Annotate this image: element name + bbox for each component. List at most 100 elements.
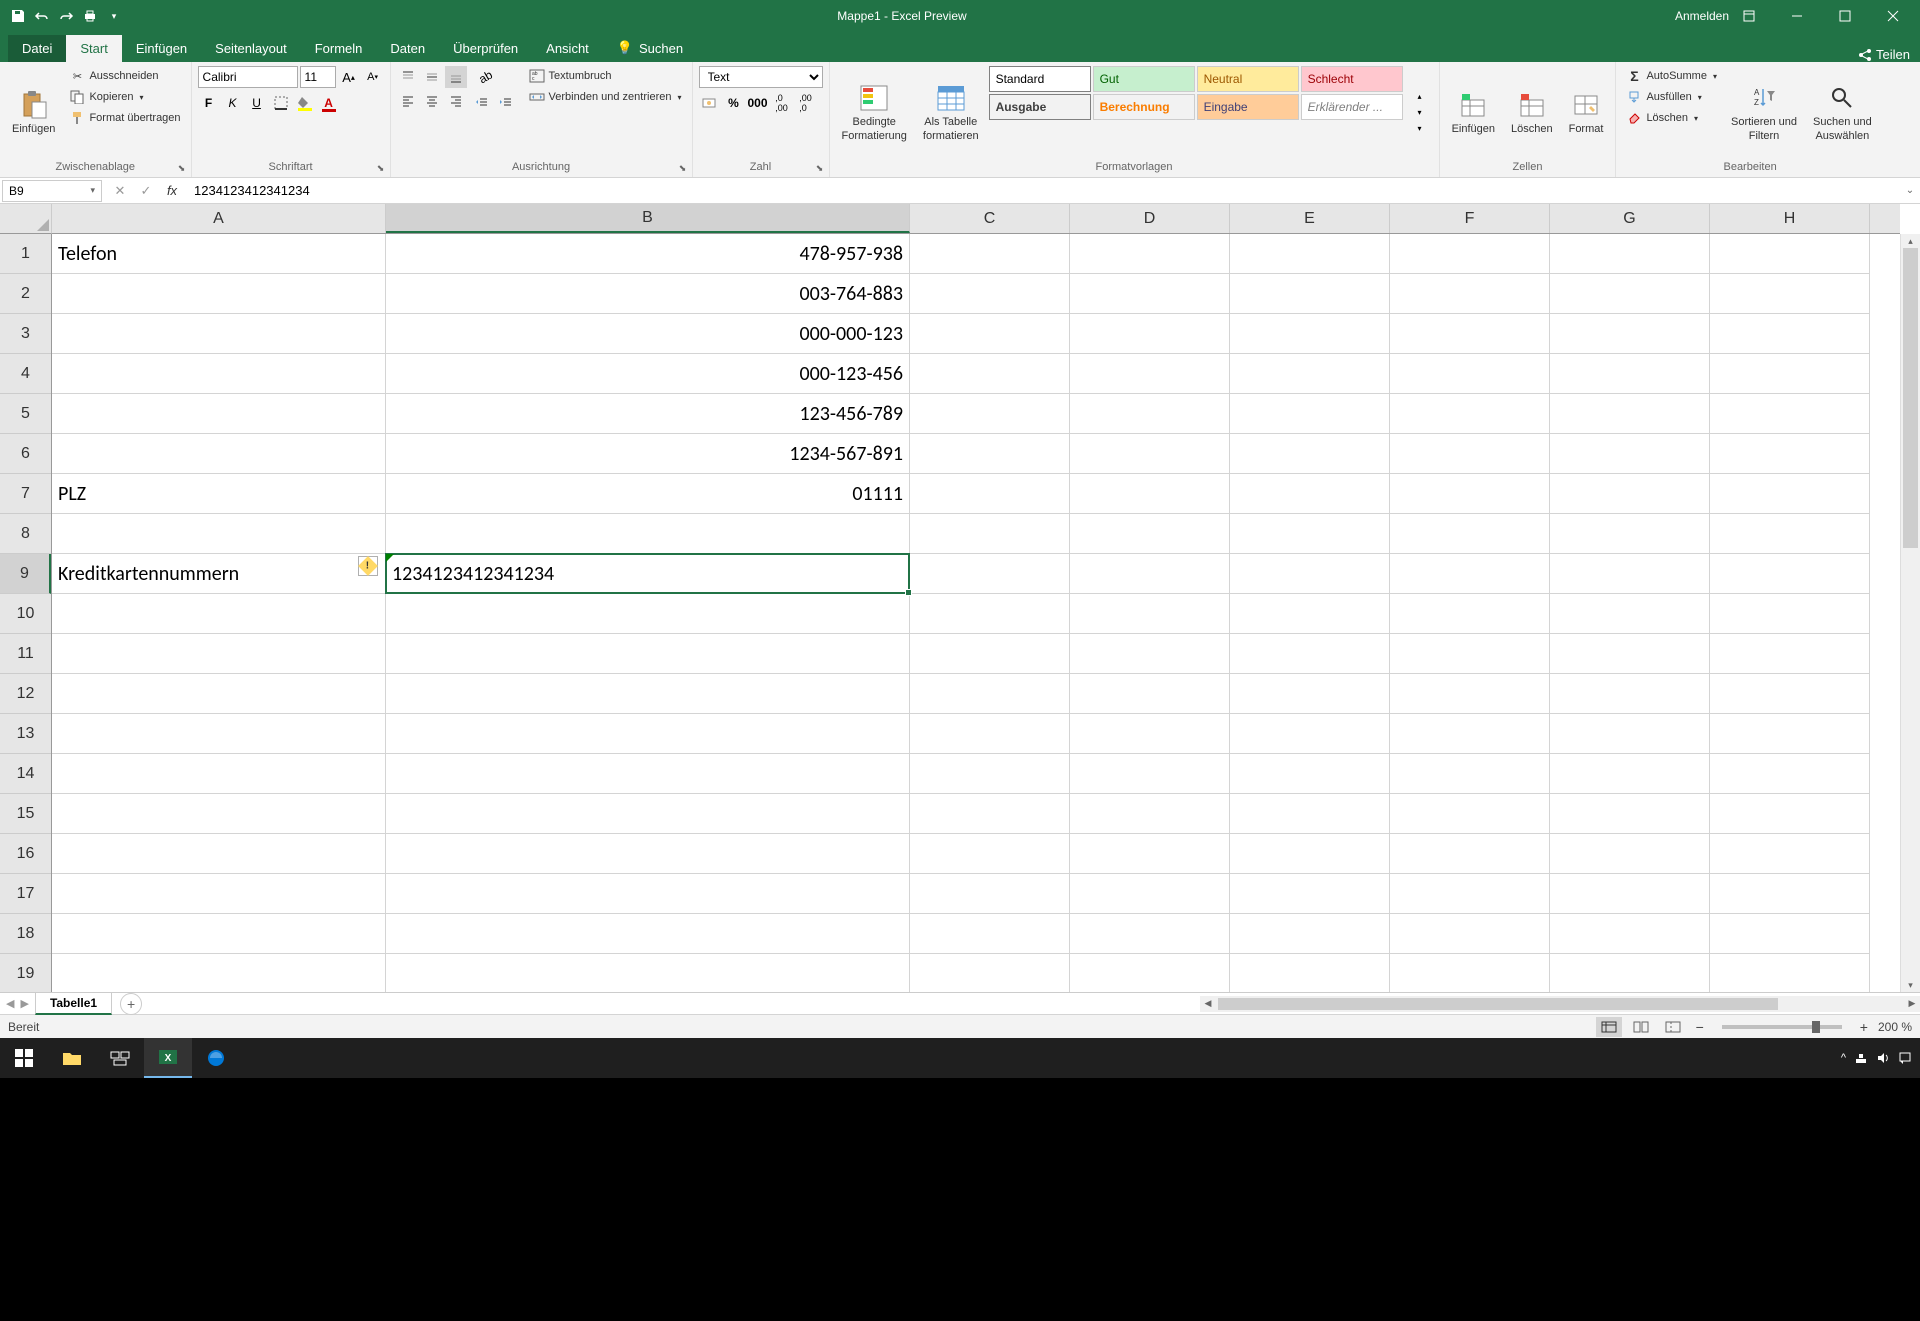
find-select-button[interactable]: Suchen und Auswählen [1807,66,1878,159]
cell-H6[interactable] [1710,434,1870,474]
cell-E8[interactable] [1230,514,1390,554]
style-ausgabe[interactable]: Ausgabe [989,94,1091,120]
font-size-select[interactable] [300,66,336,88]
cell-B3[interactable]: 000-000-123 [386,314,910,354]
cell-B5[interactable]: 123-456-789 [386,394,910,434]
cell-D13[interactable] [1070,714,1230,754]
cell-H16[interactable] [1710,834,1870,874]
decrease-indent-icon[interactable] [471,92,493,114]
cell-C13[interactable] [910,714,1070,754]
cell-D15[interactable] [1070,794,1230,834]
conditional-formatting-button[interactable]: Bedingte Formatierung [836,66,913,159]
row-header-8[interactable]: 8 [0,514,51,554]
cell-E13[interactable] [1230,714,1390,754]
sheet-tab-1[interactable]: Tabelle1 [35,992,112,1015]
percent-button[interactable]: % [723,92,745,114]
add-sheet-button[interactable]: + [120,993,142,1015]
cell-D7[interactable] [1070,474,1230,514]
cell-H8[interactable] [1710,514,1870,554]
row-header-7[interactable]: 7 [0,474,51,514]
cut-button[interactable]: ✂Ausschneiden [65,66,184,86]
cell-H1[interactable] [1710,234,1870,274]
cell-G8[interactable] [1550,514,1710,554]
cell-C7[interactable] [910,474,1070,514]
cell-D14[interactable] [1070,754,1230,794]
fill-button[interactable]: Ausfüllen▾ [1622,87,1721,107]
italic-button[interactable]: K [222,92,244,114]
cell-F6[interactable] [1390,434,1550,474]
start-button[interactable] [0,1038,48,1078]
format-cells-button[interactable]: Format [1563,66,1610,159]
cell-H14[interactable] [1710,754,1870,794]
cell-F12[interactable] [1390,674,1550,714]
row-header-3[interactable]: 3 [0,314,51,354]
cell-E18[interactable] [1230,914,1390,954]
cell-G4[interactable] [1550,354,1710,394]
style-eingabe[interactable]: Eingabe [1197,94,1299,120]
undo-icon[interactable] [32,6,52,26]
hscroll-right-icon[interactable]: ▶ [1904,996,1920,1012]
fill-color-button[interactable] [294,92,316,114]
cell-A6[interactable] [52,434,386,474]
cell-G9[interactable] [1550,554,1710,594]
col-header-E[interactable]: E [1230,204,1390,233]
vertical-scrollbar[interactable]: ▴ ▾ [1900,234,1920,992]
excel-taskbar-icon[interactable]: X [144,1038,192,1078]
increase-decimal-icon[interactable]: ,0,00 [771,92,793,114]
cell-D10[interactable] [1070,594,1230,634]
redo-icon[interactable] [56,6,76,26]
cell-B7[interactable]: 01111 [386,474,910,514]
align-bottom-icon[interactable] [445,66,467,88]
row-header-13[interactable]: 13 [0,714,51,754]
cell-H3[interactable] [1710,314,1870,354]
cell-A4[interactable] [52,354,386,394]
style-erklarender[interactable]: Erklärender ... [1301,94,1403,120]
formula-input[interactable] [188,180,1900,202]
cell-F5[interactable] [1390,394,1550,434]
qat-customize-icon[interactable]: ▾ [104,6,124,26]
cell-E9[interactable] [1230,554,1390,594]
cell-F4[interactable] [1390,354,1550,394]
sort-filter-button[interactable]: AZ Sortieren und Filtern [1725,66,1803,159]
cell-A18[interactable] [52,914,386,954]
align-middle-icon[interactable] [421,66,443,88]
autosum-button[interactable]: ΣAutoSumme▾ [1622,66,1721,86]
col-header-A[interactable]: A [52,204,386,233]
cell-G17[interactable] [1550,874,1710,914]
cell-B13[interactable] [386,714,910,754]
cell-C15[interactable] [910,794,1070,834]
cell-D17[interactable] [1070,874,1230,914]
cell-C11[interactable] [910,634,1070,674]
cell-H10[interactable] [1710,594,1870,634]
row-header-19[interactable]: 19 [0,954,51,992]
style-schlecht[interactable]: Schlecht [1301,66,1403,92]
styles-scroll-down-icon[interactable]: ▾ [1409,105,1431,121]
cell-D2[interactable] [1070,274,1230,314]
volume-icon[interactable] [1876,1051,1890,1065]
cell-B1[interactable]: 478-957-938 [386,234,910,274]
align-center-icon[interactable] [421,90,443,112]
cell-D4[interactable] [1070,354,1230,394]
cell-A7[interactable]: PLZ [52,474,386,514]
cell-A5[interactable] [52,394,386,434]
quick-print-icon[interactable] [80,6,100,26]
styles-scroll-up-icon[interactable]: ▴ [1409,89,1431,105]
row-header-16[interactable]: 16 [0,834,51,874]
cell-E16[interactable] [1230,834,1390,874]
cell-E4[interactable] [1230,354,1390,394]
cell-F15[interactable] [1390,794,1550,834]
cell-E19[interactable] [1230,954,1390,992]
tab-uberprufen[interactable]: Überprüfen [439,35,532,62]
scroll-down-icon[interactable]: ▾ [1901,978,1920,992]
close-icon[interactable] [1870,0,1916,32]
cell-A13[interactable] [52,714,386,754]
cell-C8[interactable] [910,514,1070,554]
cell-B4[interactable]: 000-123-456 [386,354,910,394]
cell-G2[interactable] [1550,274,1710,314]
tab-ansicht[interactable]: Ansicht [532,35,603,62]
cell-C3[interactable] [910,314,1070,354]
cell-A15[interactable] [52,794,386,834]
cell-H18[interactable] [1710,914,1870,954]
underline-button[interactable]: U [246,92,268,114]
save-icon[interactable] [8,6,28,26]
